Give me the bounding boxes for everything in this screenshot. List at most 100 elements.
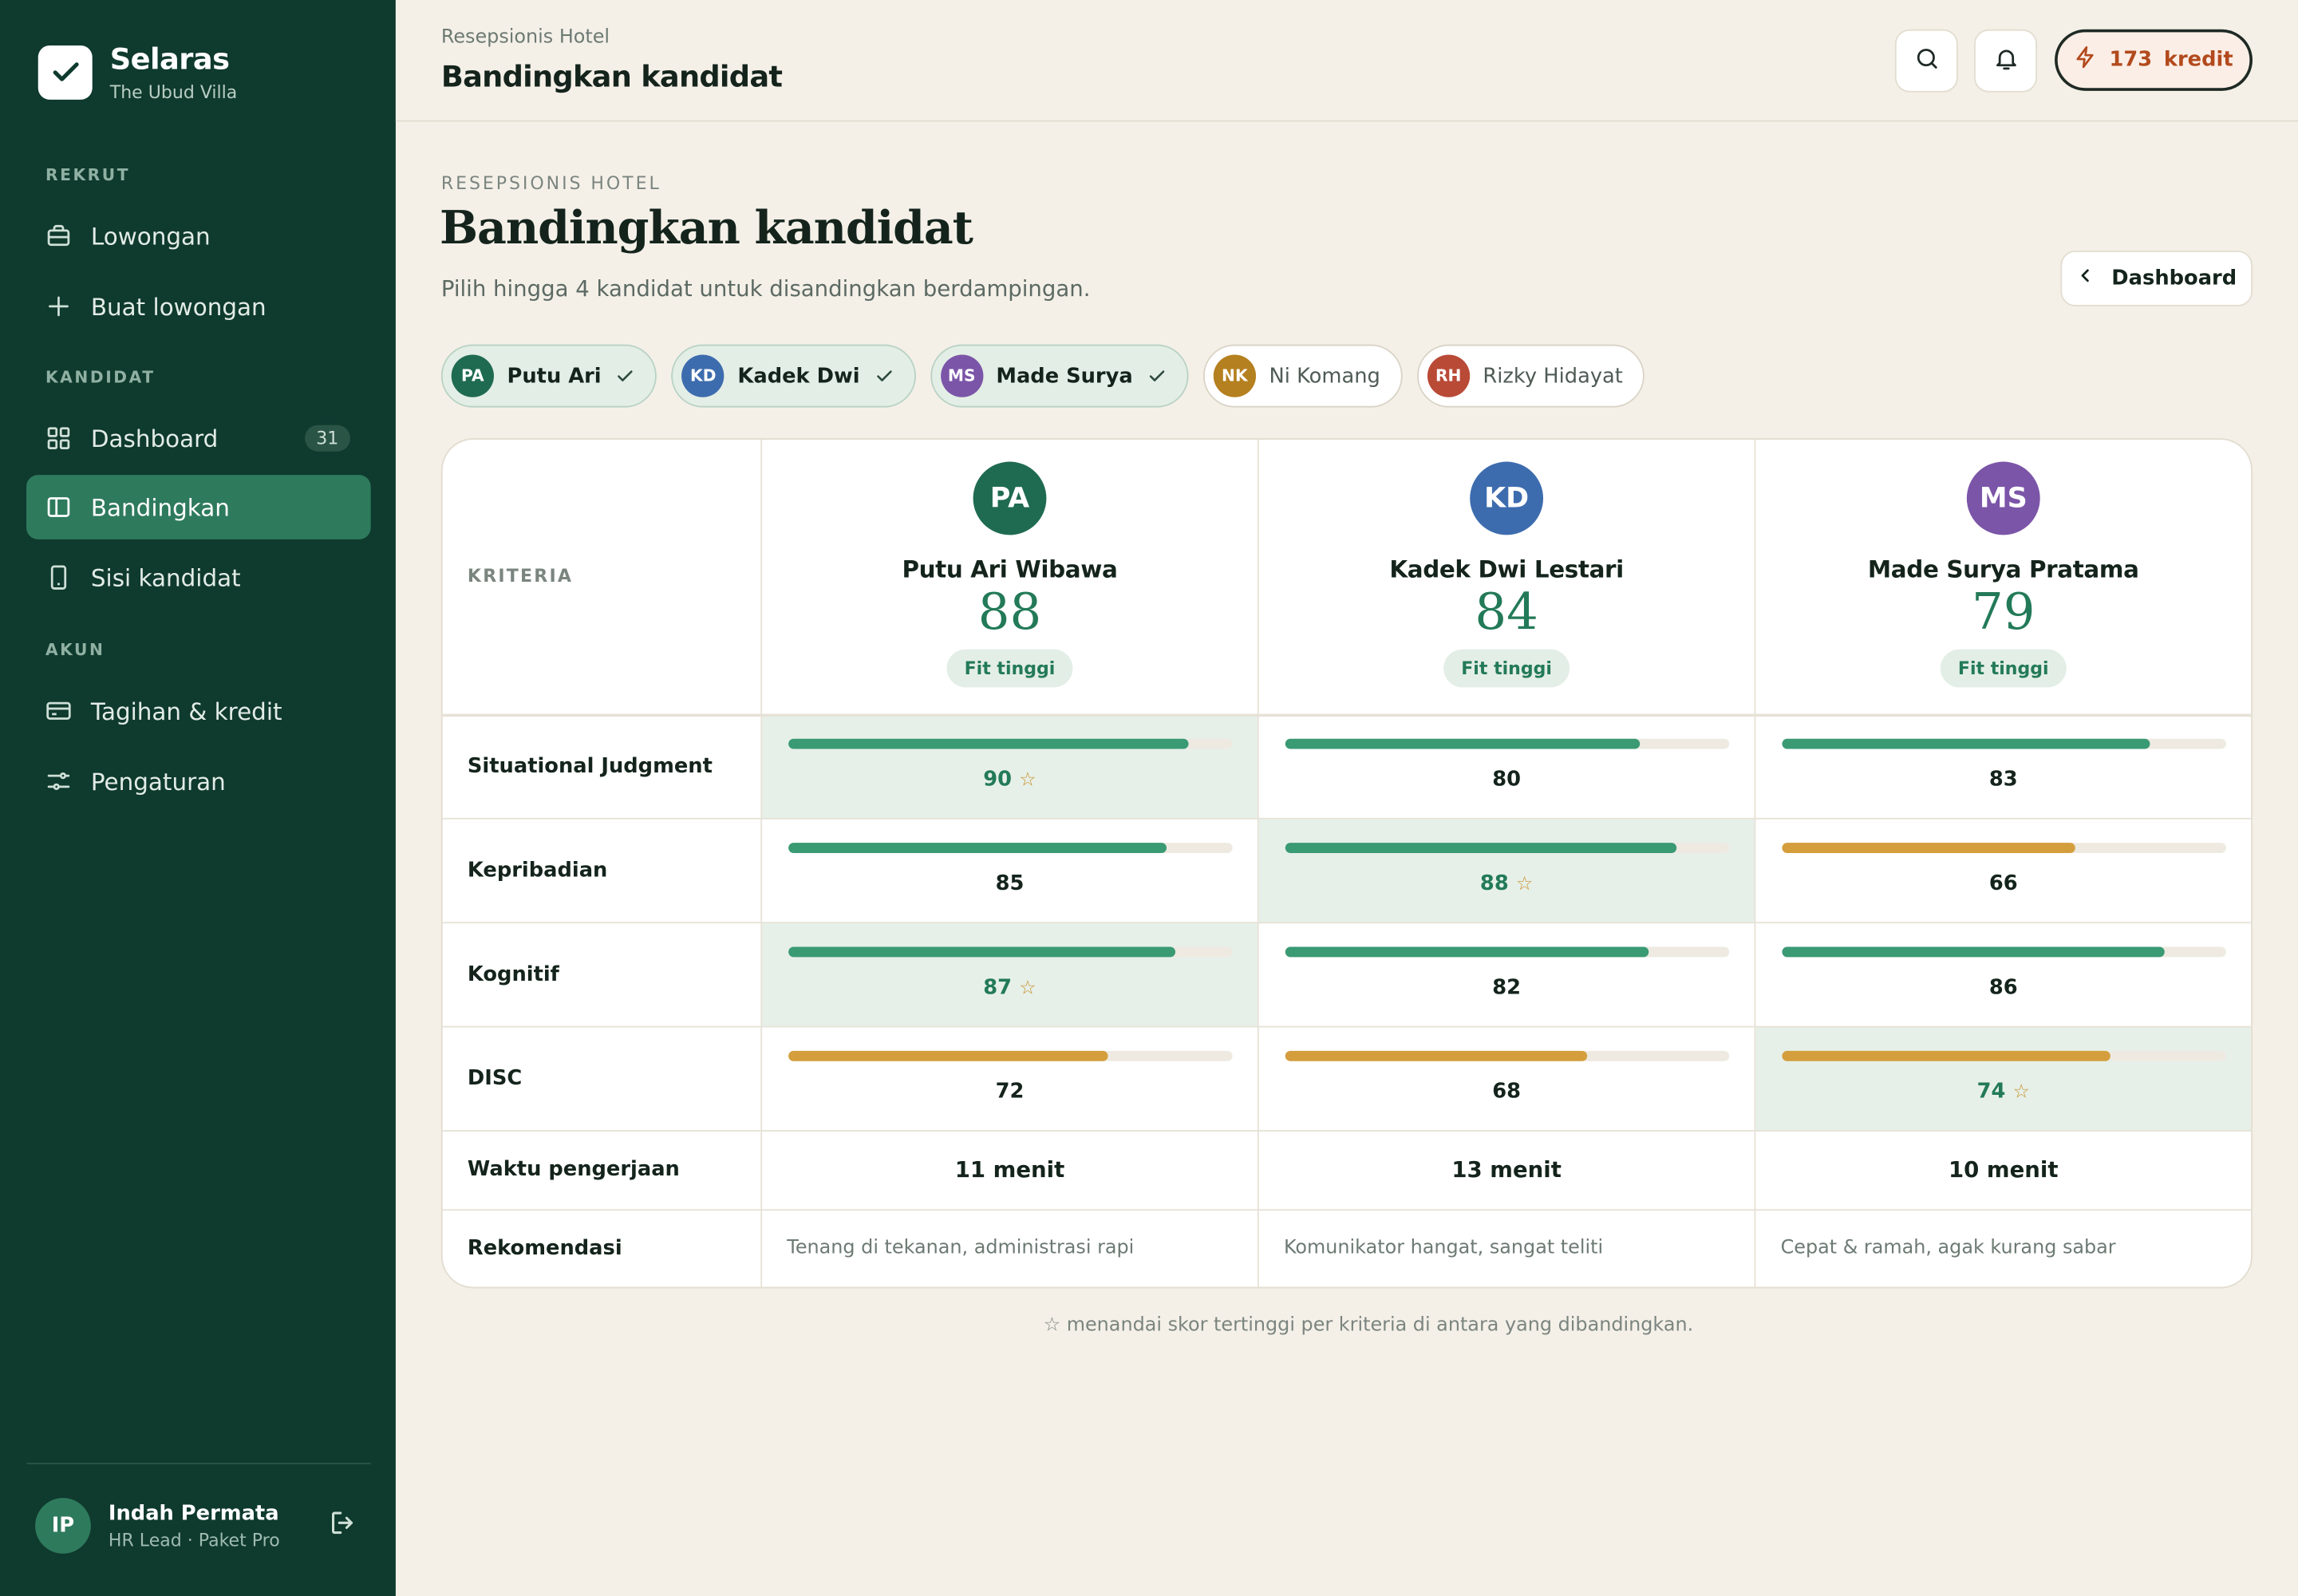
search-button[interactable] [1894, 29, 1958, 93]
bell-icon [1992, 45, 2019, 77]
candidate-chip-kadek-dwi[interactable]: KD Kadek Dwi [671, 344, 916, 408]
check-icon [616, 366, 635, 385]
time-value: 10 menit [1948, 1156, 2059, 1183]
sidebar-item-label: Bandingkan [90, 493, 230, 521]
score-cell: 85 [762, 820, 1258, 923]
chip-label: Rizky Hidayat [1483, 364, 1623, 388]
criteria-label: DISC [467, 1067, 523, 1091]
sidebar-item-sisi-kandidat[interactable]: Sisi kandidat [26, 545, 371, 610]
criteria-label: Situational Judgment [467, 754, 713, 779]
sidebar: Selaras The Ubud Villa REKRUT Lowongan B… [0, 0, 396, 1596]
check-icon [1147, 366, 1167, 385]
score-cell: 86 [1755, 923, 2251, 1027]
brand-name: Selaras [109, 41, 230, 77]
score-bar-track [788, 946, 1233, 958]
notifications-button[interactable] [1974, 29, 2038, 93]
score-value: 82 [1259, 976, 1755, 999]
comparison-table: KRITERIA PA Putu Ari Wibawa 88 Fit tingg… [440, 438, 2253, 1289]
page-eyebrow: RESEPSIONIS HOTEL [440, 172, 661, 194]
score-bar-fill [1285, 738, 1641, 749]
kriteria-header: KRITERIA [467, 565, 574, 587]
credits-button[interactable]: 173 kredit [2055, 29, 2253, 91]
candidate-chip-rizky-hidayat[interactable]: RH Rizky Hidayat [1416, 344, 1645, 408]
score-bar-track [1285, 738, 1730, 749]
recommendation-text: Komunikator hangat, sangat teliti [1283, 1237, 1604, 1259]
page-title: Bandingkan kandidat [440, 202, 973, 255]
plus-icon [45, 293, 72, 319]
dashboard-count-badge: 31 [304, 425, 350, 452]
score-bar-track [1782, 1050, 2226, 1061]
score-number: 85 [995, 871, 1025, 896]
brand-logo-icon [38, 45, 93, 99]
sidebar-item-buat-lowongan[interactable]: Buat lowongan [26, 274, 371, 338]
chip-label: Made Surya [996, 364, 1133, 388]
candidate-chip-putu-ari[interactable]: PA Putu Ari [440, 344, 657, 408]
score-value: 72 [762, 1080, 1258, 1104]
score-bar-fill [788, 1050, 1108, 1061]
score-bar-track [1782, 843, 2226, 853]
row-divider [442, 1209, 2252, 1211]
score-number: 72 [995, 1080, 1025, 1104]
candidate-name: Putu Ari Wibawa [902, 555, 1118, 584]
score-bar-fill [788, 843, 1167, 853]
user-profile: IP Indah Permata HR Lead · Paket Pro [35, 1498, 357, 1554]
user-name: Indah Permata [108, 1501, 279, 1526]
briefcase-icon [45, 223, 72, 249]
score-number: 86 [1988, 976, 2018, 1000]
time-value: 11 menit [954, 1156, 1065, 1183]
score-bar-track [1782, 738, 2226, 749]
breadcrumb[interactable]: Resepsionis Hotel [441, 26, 610, 49]
score-bar-fill [1285, 1050, 1588, 1061]
grid-icon [45, 425, 72, 452]
score-number: 83 [1988, 768, 2018, 792]
score-bar-track [1285, 843, 1730, 853]
sidebar-item-tagihan[interactable]: Tagihan & kredit [26, 678, 371, 743]
criteria-label: Waktu pengerjaan [467, 1157, 680, 1182]
score-bar-fill [1285, 843, 1676, 853]
candidate-chip-made-surya[interactable]: MS Made Surya [930, 344, 1189, 408]
score-value: 68 [1259, 1080, 1755, 1104]
candidate-chip-ni-komang[interactable]: NK Ni Komang [1202, 344, 1403, 408]
sidebar-item-dashboard[interactable]: Dashboard 31 [26, 406, 371, 471]
credits-count: 173 [2109, 48, 2153, 72]
sidebar-item-bandingkan[interactable]: Bandingkan [26, 475, 371, 539]
score-value: 85 [762, 872, 1258, 895]
star-icon: ☆ [1515, 873, 1534, 896]
score-bar-fill [788, 738, 1188, 749]
logout-icon[interactable] [328, 1508, 357, 1543]
topbar-title: Bandingkan kandidat [440, 58, 783, 94]
check-icon [875, 366, 894, 385]
score-value: 88 ☆ [1259, 872, 1755, 895]
back-to-dashboard-button[interactable]: Dashboard [2060, 251, 2253, 306]
star-icon: ☆ [1019, 978, 1036, 1000]
criteria-label: Kognitif [467, 962, 559, 987]
criteria-label: Kepribadian [467, 859, 608, 883]
sidebar-item-lowongan[interactable]: Lowongan [26, 203, 371, 268]
candidate-name: Kadek Dwi Lestari [1389, 555, 1624, 584]
candidate-name: Made Surya Pratama [1867, 555, 2139, 584]
brand[interactable]: Selaras The Ubud Villa [38, 41, 238, 103]
score-bar-fill [788, 946, 1175, 958]
score-bar-fill [1782, 1050, 2111, 1061]
score-number: 74 [1976, 1080, 2006, 1104]
candidate-header-made: MS Made Surya Pratama 79 Fit tinggi [1755, 440, 2251, 713]
section-label-rekrut: REKRUT [45, 165, 131, 185]
chip-label: Kadek Dwi [737, 364, 860, 388]
brand-subtitle: The Ubud Villa [109, 81, 238, 103]
score-value: 87 ☆ [762, 976, 1258, 999]
section-label-kandidat: KANDIDAT [45, 368, 156, 387]
criteria-label: Rekomendasi [467, 1237, 622, 1261]
avatar[interactable]: IP [35, 1498, 91, 1554]
score-cell: 66 [1755, 820, 2251, 923]
section-label-akun: AKUN [45, 640, 105, 660]
avatar: MS [1966, 461, 2040, 535]
avatar: KD [1470, 461, 1544, 535]
sidebar-item-pengaturan[interactable]: Pengaturan [26, 749, 371, 814]
sliders-icon [45, 768, 72, 794]
score-bar-track [788, 843, 1233, 853]
chip-avatar: MS [940, 354, 983, 397]
lightning-icon [2074, 45, 2097, 75]
score-number: 68 [1492, 1080, 1522, 1104]
topbar: Resepsionis Hotel Bandingkan kandidat 17… [395, 0, 2298, 122]
back-button-label: Dashboard [2111, 267, 2237, 290]
